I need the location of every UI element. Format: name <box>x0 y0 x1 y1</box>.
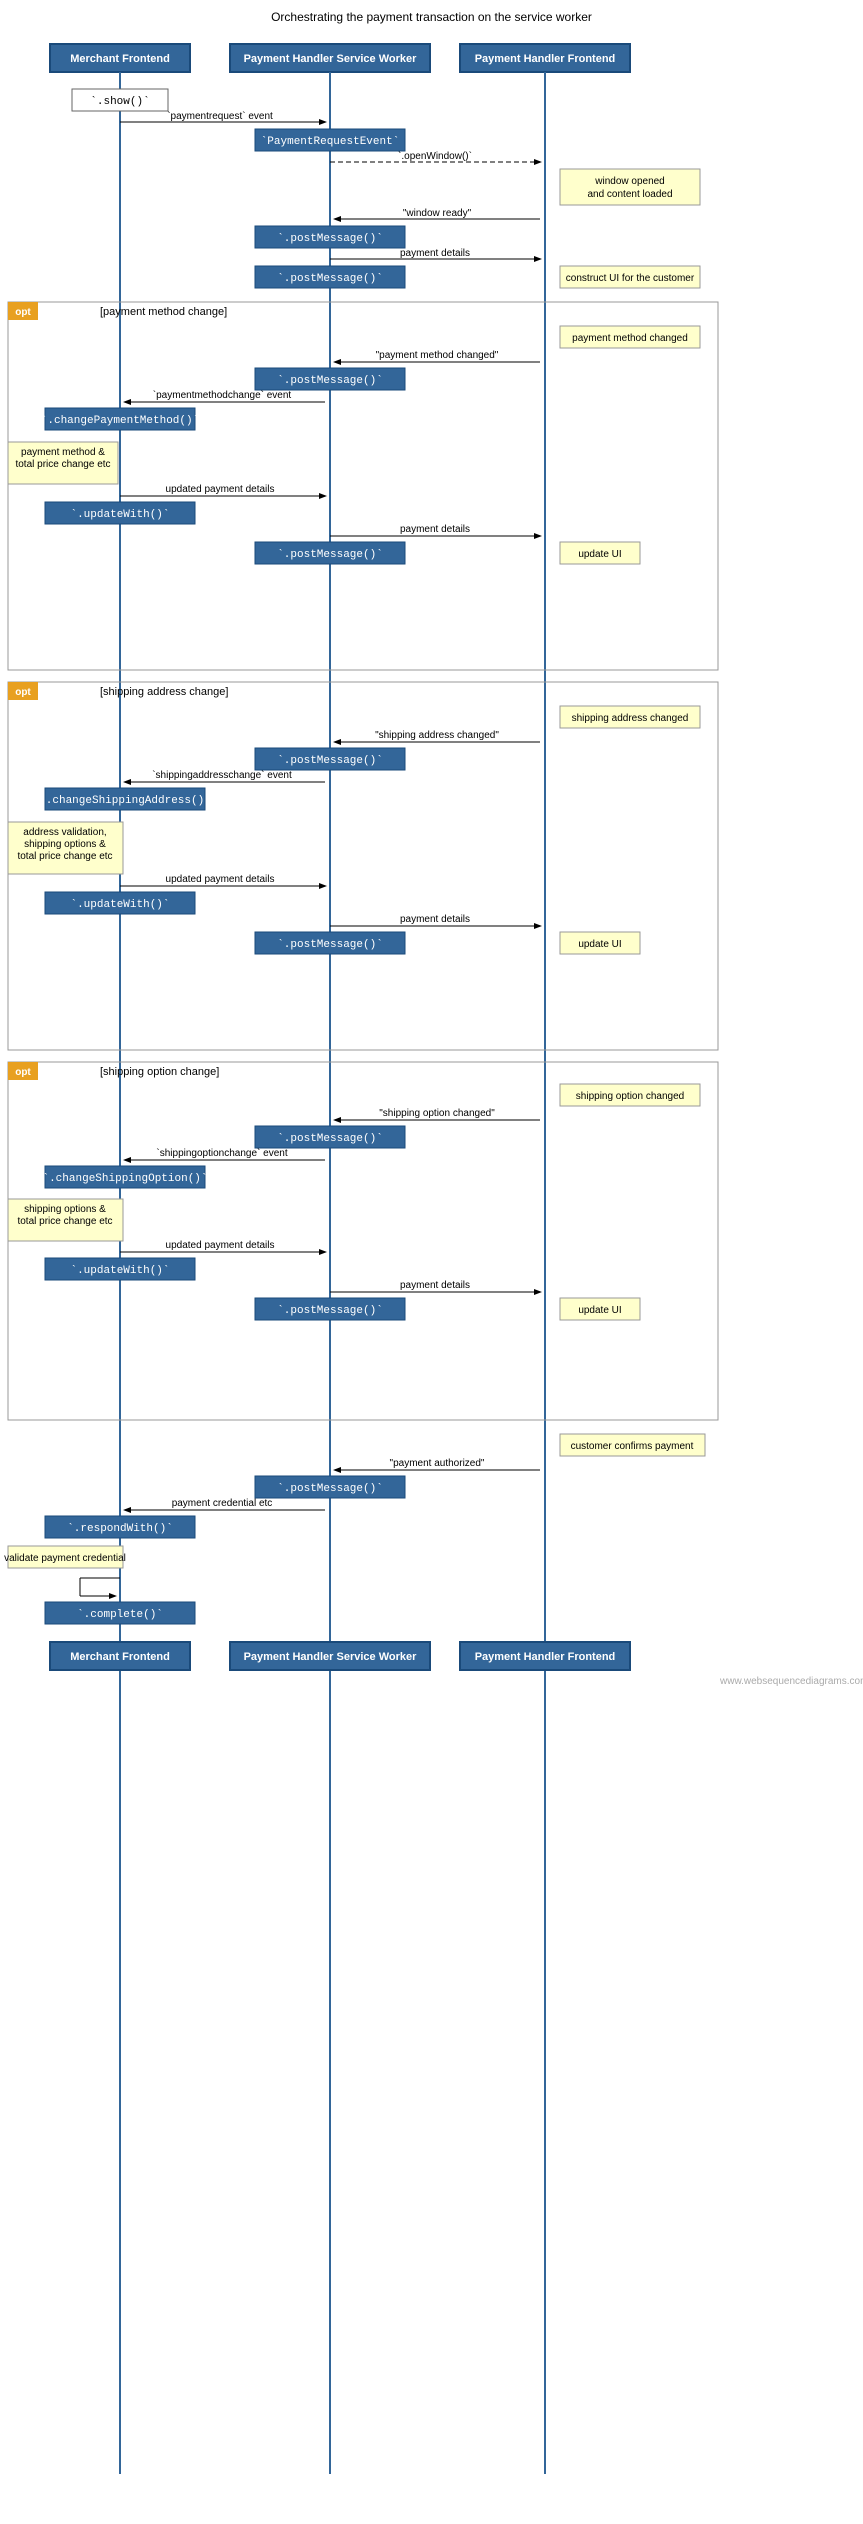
payment-details-3-label: payment details <box>400 914 470 925</box>
postmessage-5-box: `.postMessage()` <box>277 754 383 767</box>
svg-text:total price change etc: total price change etc <box>17 1216 112 1227</box>
svg-text:and content loaded: and content loaded <box>587 189 672 200</box>
shipping-address-changed-note: shipping address changed <box>572 713 689 724</box>
validate-payment-note: validate payment credential <box>4 1553 126 1564</box>
openwindow-label: `.openWindow()` <box>398 150 472 162</box>
shippingoptionchange-label: `shippingoptionchange` event <box>156 1147 287 1159</box>
change-payment-method-box: `.changePaymentMethod()` <box>41 414 199 427</box>
postmessage-3-box: `.postMessage()` <box>277 374 383 387</box>
updated-payment-details-1-label: updated payment details <box>166 484 275 495</box>
complete-box: `.complete()` <box>77 1608 163 1621</box>
payment-request-event-box: `PaymentRequestEvent` <box>261 135 400 148</box>
shipping-option-changed-label: "shipping option changed" <box>379 1108 495 1119</box>
update-ui-3-note: update UI <box>578 1305 621 1316</box>
updated-payment-details-3-label: updated payment details <box>166 1240 275 1251</box>
updatewith-3-box: `.updateWith()` <box>70 1264 169 1277</box>
lifeline-sw-footer: Payment Handler Service Worker <box>244 1651 418 1663</box>
opt2-condition: [shipping address change] <box>100 686 228 698</box>
shipping-address-changed-label: "shipping address changed" <box>375 730 499 741</box>
opt3-condition: [shipping option change] <box>100 1066 219 1078</box>
postmessage-8-box: `.postMessage()` <box>277 1304 383 1317</box>
payment-credential-label: payment credential etc <box>172 1498 273 1509</box>
payment-authorized-label: "payment authorized" <box>390 1458 485 1469</box>
svg-text:total price change etc: total price change etc <box>17 851 112 862</box>
construct-ui-note: construct UI for the customer <box>566 273 695 284</box>
show-call: `.show()` <box>90 95 149 108</box>
updatewith-1-box: `.updateWith()` <box>70 508 169 521</box>
opt3-label: opt <box>15 1067 31 1078</box>
lifeline-merchant-header: Merchant Frontend <box>70 53 170 65</box>
postmessage-1-box: `.postMessage()` <box>277 232 383 245</box>
svg-text:total price change etc: total price change etc <box>15 459 110 470</box>
lifeline-frontend-header: Payment Handler Frontend <box>475 53 616 65</box>
window-opened-note: window opened <box>594 176 665 187</box>
respond-with-box: `.respondWith()` <box>67 1522 173 1535</box>
diagram-title: Orchestrating the payment transaction on… <box>0 10 863 24</box>
lifeline-frontend-footer: Payment Handler Frontend <box>475 1651 616 1663</box>
payment-method-changed-label: "payment method changed" <box>376 350 499 361</box>
payment-details-1-label: payment details <box>400 248 470 259</box>
svg-text:shipping options &: shipping options & <box>24 839 106 850</box>
opt2-label: opt <box>15 687 31 698</box>
postmessage-6-box: `.postMessage()` <box>277 938 383 951</box>
lifeline-merchant-footer: Merchant Frontend <box>70 1651 170 1663</box>
window-ready-label: "window ready" <box>403 208 472 219</box>
change-shipping-address-box: `.changeShippingAddress()` <box>39 794 211 807</box>
shippingaddresschange-label: `shippingaddresschange` event <box>152 769 292 781</box>
shipping-options-note: shipping options & <box>24 1204 106 1215</box>
change-shipping-option-box: `.changeShippingOption()` <box>42 1172 207 1185</box>
postmessage-9-box: `.postMessage()` <box>277 1482 383 1495</box>
payment-details-2-label: payment details <box>400 524 470 535</box>
opt1-condition: [payment method change] <box>100 306 227 318</box>
lifeline-sw-header: Payment Handler Service Worker <box>244 53 418 65</box>
updatewith-2-box: `.updateWith()` <box>70 898 169 911</box>
update-ui-1-note: update UI <box>578 549 621 560</box>
payment-method-note: payment method & <box>21 447 105 458</box>
postmessage-4-box: `.postMessage()` <box>277 548 383 561</box>
paymentrequest-label: `paymentrequest` event <box>167 110 273 122</box>
address-validation-note: address validation, <box>23 827 106 838</box>
postmessage-2-box: `.postMessage()` <box>277 272 383 285</box>
opt1-box <box>8 302 718 670</box>
payment-method-changed-note: payment method changed <box>572 333 688 344</box>
shipping-option-changed-note: shipping option changed <box>576 1091 684 1102</box>
diagram-container: Orchestrating the payment transaction on… <box>0 0 863 2524</box>
watermark: www.websequencediagrams.com <box>719 1676 863 1687</box>
opt1-label: opt <box>15 307 31 318</box>
updated-payment-details-2-label: updated payment details <box>166 874 275 885</box>
payment-details-4-label: payment details <box>400 1280 470 1291</box>
postmessage-7-box: `.postMessage()` <box>277 1132 383 1145</box>
sequence-diagram: Merchant Frontend Payment Handler Servic… <box>0 34 863 2514</box>
customer-confirms-note: customer confirms payment <box>571 1441 694 1452</box>
update-ui-2-note: update UI <box>578 939 621 950</box>
paymentmethodchange-label: `paymentmethodchange` event <box>153 389 292 401</box>
